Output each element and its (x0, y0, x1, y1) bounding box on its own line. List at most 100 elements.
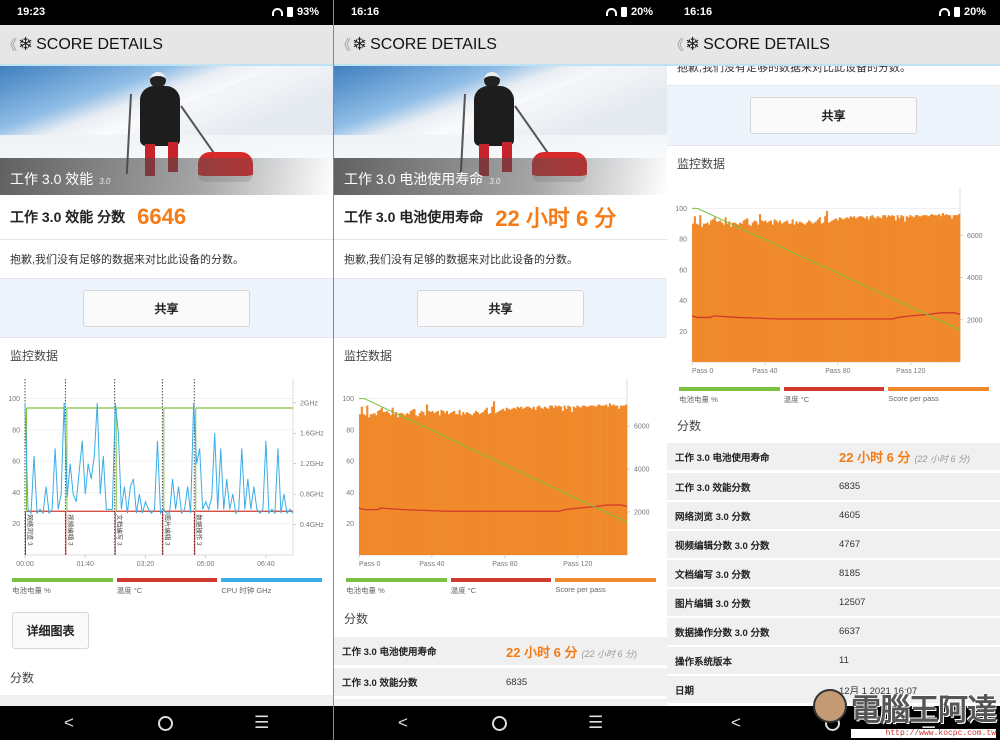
score-bar (720, 222, 724, 362)
score-bar (552, 407, 555, 555)
score-bar (740, 223, 744, 362)
table-row: 网络浏览 3.0 分数 4605 (667, 502, 1000, 529)
score-bar (885, 217, 888, 362)
score-bar (467, 413, 470, 555)
score-bar (896, 215, 899, 362)
row-value: 6835 (839, 481, 861, 492)
wifi-icon (605, 8, 617, 16)
score-bar (762, 221, 765, 362)
score-bar (520, 406, 523, 555)
score-bar (409, 410, 412, 555)
score-bar (545, 407, 548, 555)
table-row: 操作系统版本 11 (667, 647, 1000, 674)
score-bar (554, 405, 557, 555)
x-tick-label: 05:00 (197, 561, 215, 568)
score-bar (460, 415, 463, 555)
score-bar (737, 224, 740, 362)
y-left-tick-label: 100 (342, 396, 354, 403)
table-row: 工作 3.0 电池使用寿命 22 小时 6 分 (22 小时 6 分) (667, 443, 1000, 470)
y-left-tick-label: 100 (8, 396, 20, 403)
score-bar (395, 412, 398, 555)
score-bar (512, 407, 516, 555)
score-bar (925, 215, 928, 362)
score-bar (558, 405, 561, 555)
hero-image: 工作 3.0 效能 3.0 (0, 66, 333, 195)
chart-legend: 电池电量 % 温度 °C Score per pass (679, 387, 990, 405)
score-bar (398, 413, 401, 555)
score-bar (784, 221, 787, 362)
score-bar (947, 215, 950, 362)
score-bar (786, 220, 789, 362)
score-bar (835, 218, 838, 362)
score-bar (469, 414, 472, 555)
table-row: 工作 3.0 效能分数 6835 (334, 668, 667, 696)
x-tick-label: Pass 40 (752, 368, 777, 375)
chart-legend: 电池电量 % 温度 °C CPU 时钟 GHz (12, 578, 323, 596)
score-bar (950, 218, 954, 362)
monitoring-chart: 20 40 60 80 100 2000 4000 6000 Pass 0 Pass 40 Pass… (675, 189, 983, 375)
score-bar (456, 414, 459, 555)
score-label: 工作 3.0 电池使用寿命 (344, 209, 484, 225)
chevron-left-icon[interactable]: 《 (337, 35, 351, 55)
score-bar (420, 410, 423, 555)
legend-score: Score per pass (555, 578, 657, 596)
snowflake-icon: ❄ (18, 34, 34, 54)
scores-title: 分数 (10, 671, 35, 685)
score-bar (818, 217, 821, 362)
detail-chart-button[interactable]: 详细图表 (12, 612, 89, 649)
score-bar (757, 224, 760, 362)
share-button[interactable]: 共享 (750, 97, 917, 134)
score-bar (616, 405, 619, 555)
hero-version: 3.0 (489, 177, 501, 186)
score-bar (505, 407, 508, 555)
y-right-tick-label: 2GHz (300, 400, 318, 407)
score-bar (511, 408, 514, 555)
score-bar (936, 215, 939, 362)
score-bar (418, 413, 421, 555)
score-bar (523, 407, 526, 555)
score-bar (914, 215, 917, 362)
score-bar (534, 409, 537, 555)
score-bar (891, 215, 894, 362)
hero-version: 3.0 (99, 177, 111, 186)
nav-back-icon[interactable]: < (731, 713, 741, 733)
chevron-left-icon[interactable]: 《 (3, 35, 17, 55)
score-bar (755, 221, 758, 362)
chevron-left-icon[interactable]: 《 (670, 35, 684, 55)
nav-back-icon[interactable]: < (398, 713, 408, 733)
score-bar (697, 224, 700, 362)
row-value: 11 (839, 655, 849, 666)
score-bar (608, 403, 612, 555)
row-label: 日期 (675, 685, 695, 697)
score-bar (800, 222, 803, 362)
score-bar (514, 408, 517, 555)
score-bar (426, 404, 429, 555)
nav-menu-icon[interactable]: ☰ (254, 713, 269, 733)
score-bar (587, 406, 590, 555)
y-right-tick-label: 0.4GHz (300, 522, 324, 529)
nav-back-icon[interactable]: < (64, 713, 74, 733)
nav-home-icon[interactable] (492, 716, 507, 731)
share-button[interactable]: 共享 (417, 290, 584, 327)
score-bar (592, 405, 595, 555)
row-value: 8185 (839, 568, 861, 579)
score-bar (692, 223, 695, 362)
share-button[interactable]: 共享 (83, 290, 250, 327)
share-section: 共享 (0, 278, 333, 338)
score-bar (565, 408, 568, 555)
score-bar (516, 406, 519, 555)
score-bar (778, 220, 782, 362)
score-bar (918, 216, 921, 362)
score-bar (744, 219, 747, 362)
score-bar (500, 409, 503, 555)
y-right-tick-label: 6000 (634, 424, 650, 431)
nav-menu-icon[interactable]: ☰ (588, 713, 603, 733)
score-bar (844, 218, 847, 362)
score-bar (766, 222, 769, 362)
y-left-tick-label: 40 (679, 298, 687, 305)
score-bar (569, 406, 572, 555)
nav-home-icon[interactable] (158, 716, 173, 731)
header-title: SCORE DETAILS (703, 35, 830, 53)
score-bar (956, 215, 959, 362)
score-bar (719, 220, 722, 362)
